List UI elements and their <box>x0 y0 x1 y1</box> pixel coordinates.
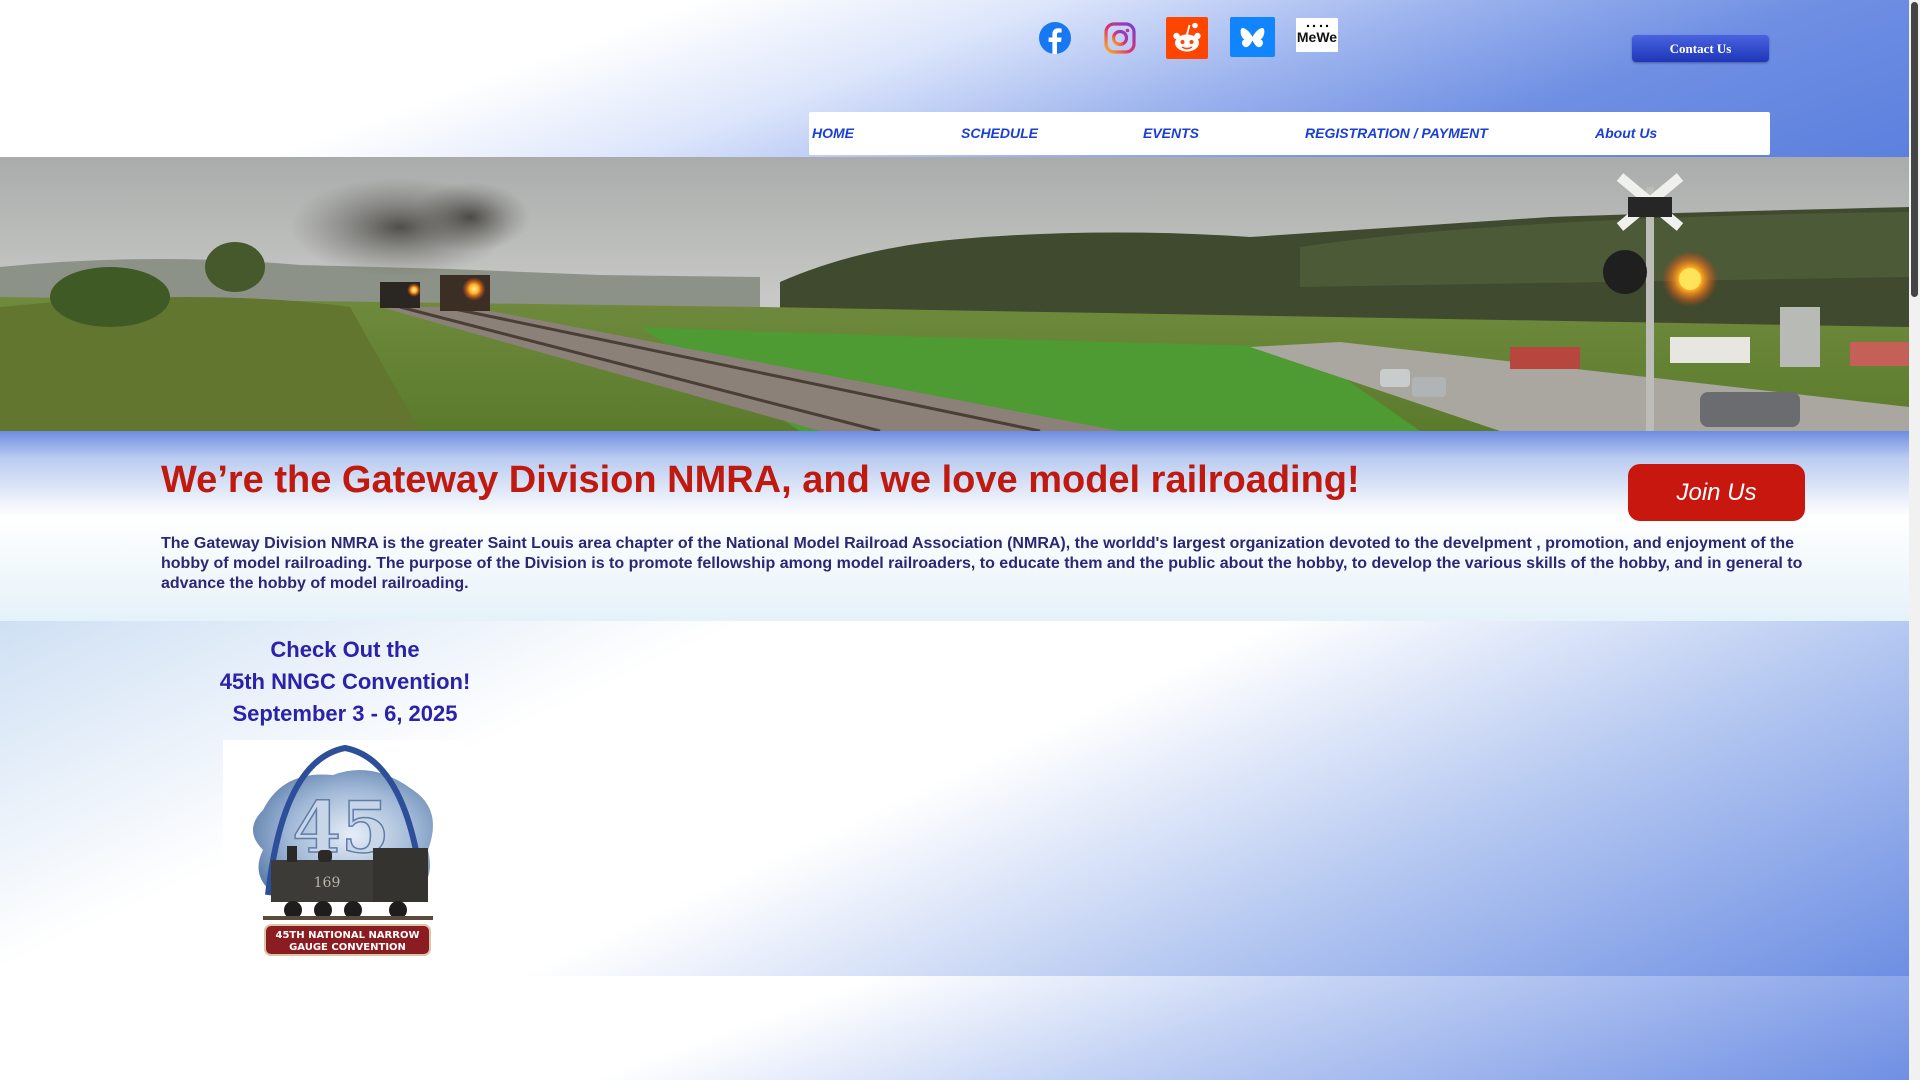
page-scrollbar[interactable] <box>1909 0 1920 1080</box>
footer-band <box>0 976 1909 1080</box>
mewe-icon[interactable]: MeWe <box>1296 18 1338 52</box>
nav-registration-payment[interactable]: REGISTRATION / PAYMENT <box>1305 112 1488 155</box>
facebook-icon[interactable] <box>1036 15 1074 59</box>
header: MeWe Contact Us HOME SCHEDULE EVENTS REG… <box>0 0 1909 157</box>
intro-description: The Gateway Division NMRA is the greater… <box>161 535 1803 592</box>
main-nav: HOME SCHEDULE EVENTS REGISTRATION / PAYM… <box>809 112 1770 155</box>
nav-home[interactable]: HOME <box>812 112 854 155</box>
nav-events[interactable]: EVENTS <box>1143 112 1199 155</box>
page: MeWe Contact Us HOME SCHEDULE EVENTS REG… <box>0 0 1909 1080</box>
reddit-icon[interactable] <box>1166 15 1208 59</box>
scrollbar-thumb[interactable] <box>1911 2 1918 297</box>
logo-banner-line-1: 45TH NATIONAL NARROW <box>276 930 420 941</box>
convention-line-2: 45th NNGC Convention! <box>219 669 471 694</box>
instagram-icon[interactable] <box>1101 15 1139 59</box>
hero-train-photo <box>0 157 1909 431</box>
join-us-button[interactable]: Join Us <box>1628 464 1805 521</box>
bluesky-icon[interactable] <box>1230 15 1275 59</box>
logo-banner-line-2: GAUGE CONVENTION <box>289 942 406 953</box>
convention-line-1: Check Out the <box>270 637 420 662</box>
convention-promo[interactable]: Check Out the 45th NNGC Convention! Sept… <box>150 634 540 730</box>
convention-line-3: September 3 - 6, 2025 <box>232 701 458 726</box>
nav-about-us[interactable]: About Us <box>1595 112 1657 155</box>
contact-us-button[interactable]: Contact Us <box>1632 35 1769 62</box>
intro-title: We’re the Gateway Division NMRA, and we … <box>161 459 1360 501</box>
mewe-label: MeWe <box>1297 29 1337 45</box>
nav-schedule[interactable]: SCHEDULE <box>961 112 1038 155</box>
logo-loco-number: 169 <box>314 875 341 891</box>
convention-logo[interactable]: 45 169 45TH NATIONAL NARROW GAUGE CONVEN… <box>223 740 466 958</box>
